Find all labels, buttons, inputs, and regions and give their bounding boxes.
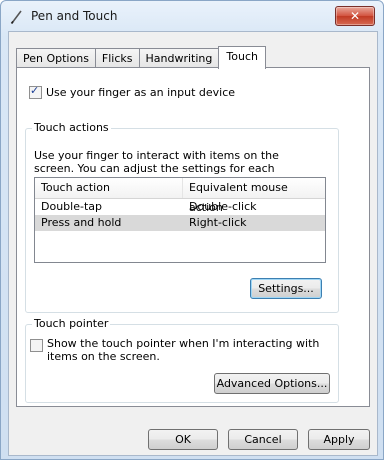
touch-pointer-group: Touch pointer Show the touch pointer whe… <box>25 317 339 403</box>
row-mouse-action: Right-click <box>189 216 247 229</box>
column-touch-action[interactable]: Touch action <box>35 178 183 198</box>
cancel-button[interactable]: Cancel <box>228 429 298 450</box>
tab-touch[interactable]: Touch <box>218 46 266 69</box>
row-mouse-action: Double-click <box>189 200 257 213</box>
checkbox-checked-icon[interactable] <box>29 84 42 99</box>
tab-handwriting[interactable]: Handwriting <box>138 48 220 69</box>
close-icon: ✕ <box>349 9 361 23</box>
table-row[interactable]: Double-tap Double-click <box>35 199 325 215</box>
touch-tab-panel: Use your finger as an input device Touch… <box>16 67 370 407</box>
column-mouse-action[interactable]: Equivalent mouse action <box>183 178 325 214</box>
row-touch-action: Double-tap <box>41 200 102 213</box>
close-button[interactable]: ✕ <box>335 6 375 26</box>
settings-button[interactable]: Settings... <box>250 278 322 299</box>
touch-actions-table[interactable]: Touch action Equivalent mouse action Dou… <box>34 177 326 263</box>
tab-strip: Pen Options Flicks Handwriting Touch <box>16 46 266 69</box>
table-row[interactable]: Press and hold Right-click <box>35 215 325 231</box>
title-bar[interactable]: Pen and Touch ✕ <box>1 1 383 31</box>
advanced-options-button[interactable]: Advanced Options... <box>214 373 330 394</box>
checkbox-unchecked-icon[interactable] <box>30 339 43 352</box>
touch-actions-title: Touch actions <box>32 121 111 134</box>
dialog-window: Pen and Touch ✕ Pen Options Flicks Handw… <box>0 0 384 460</box>
row-touch-action: Press and hold <box>41 216 122 229</box>
touch-actions-group: Touch actions Use your finger to interac… <box>25 121 339 313</box>
ok-button[interactable]: OK <box>148 429 218 450</box>
use-finger-label: Use your finger as an input device <box>46 86 236 99</box>
show-pointer-label: Show the touch pointer when I'm interact… <box>47 337 320 363</box>
apply-button[interactable]: Apply <box>308 429 370 450</box>
table-header: Touch action Equivalent mouse action <box>35 178 325 214</box>
pen-icon <box>9 9 25 25</box>
tab-pen-options[interactable]: Pen Options <box>16 48 96 69</box>
dialog-client: Pen Options Flicks Handwriting Touch Use… <box>8 31 378 456</box>
window-title: Pen and Touch <box>31 9 118 23</box>
use-finger-option[interactable]: Use your finger as an input device <box>29 84 236 99</box>
show-pointer-option[interactable]: Show the touch pointer when I'm interact… <box>30 337 320 363</box>
touch-pointer-title: Touch pointer <box>32 317 111 330</box>
tab-flicks[interactable]: Flicks <box>94 48 140 69</box>
